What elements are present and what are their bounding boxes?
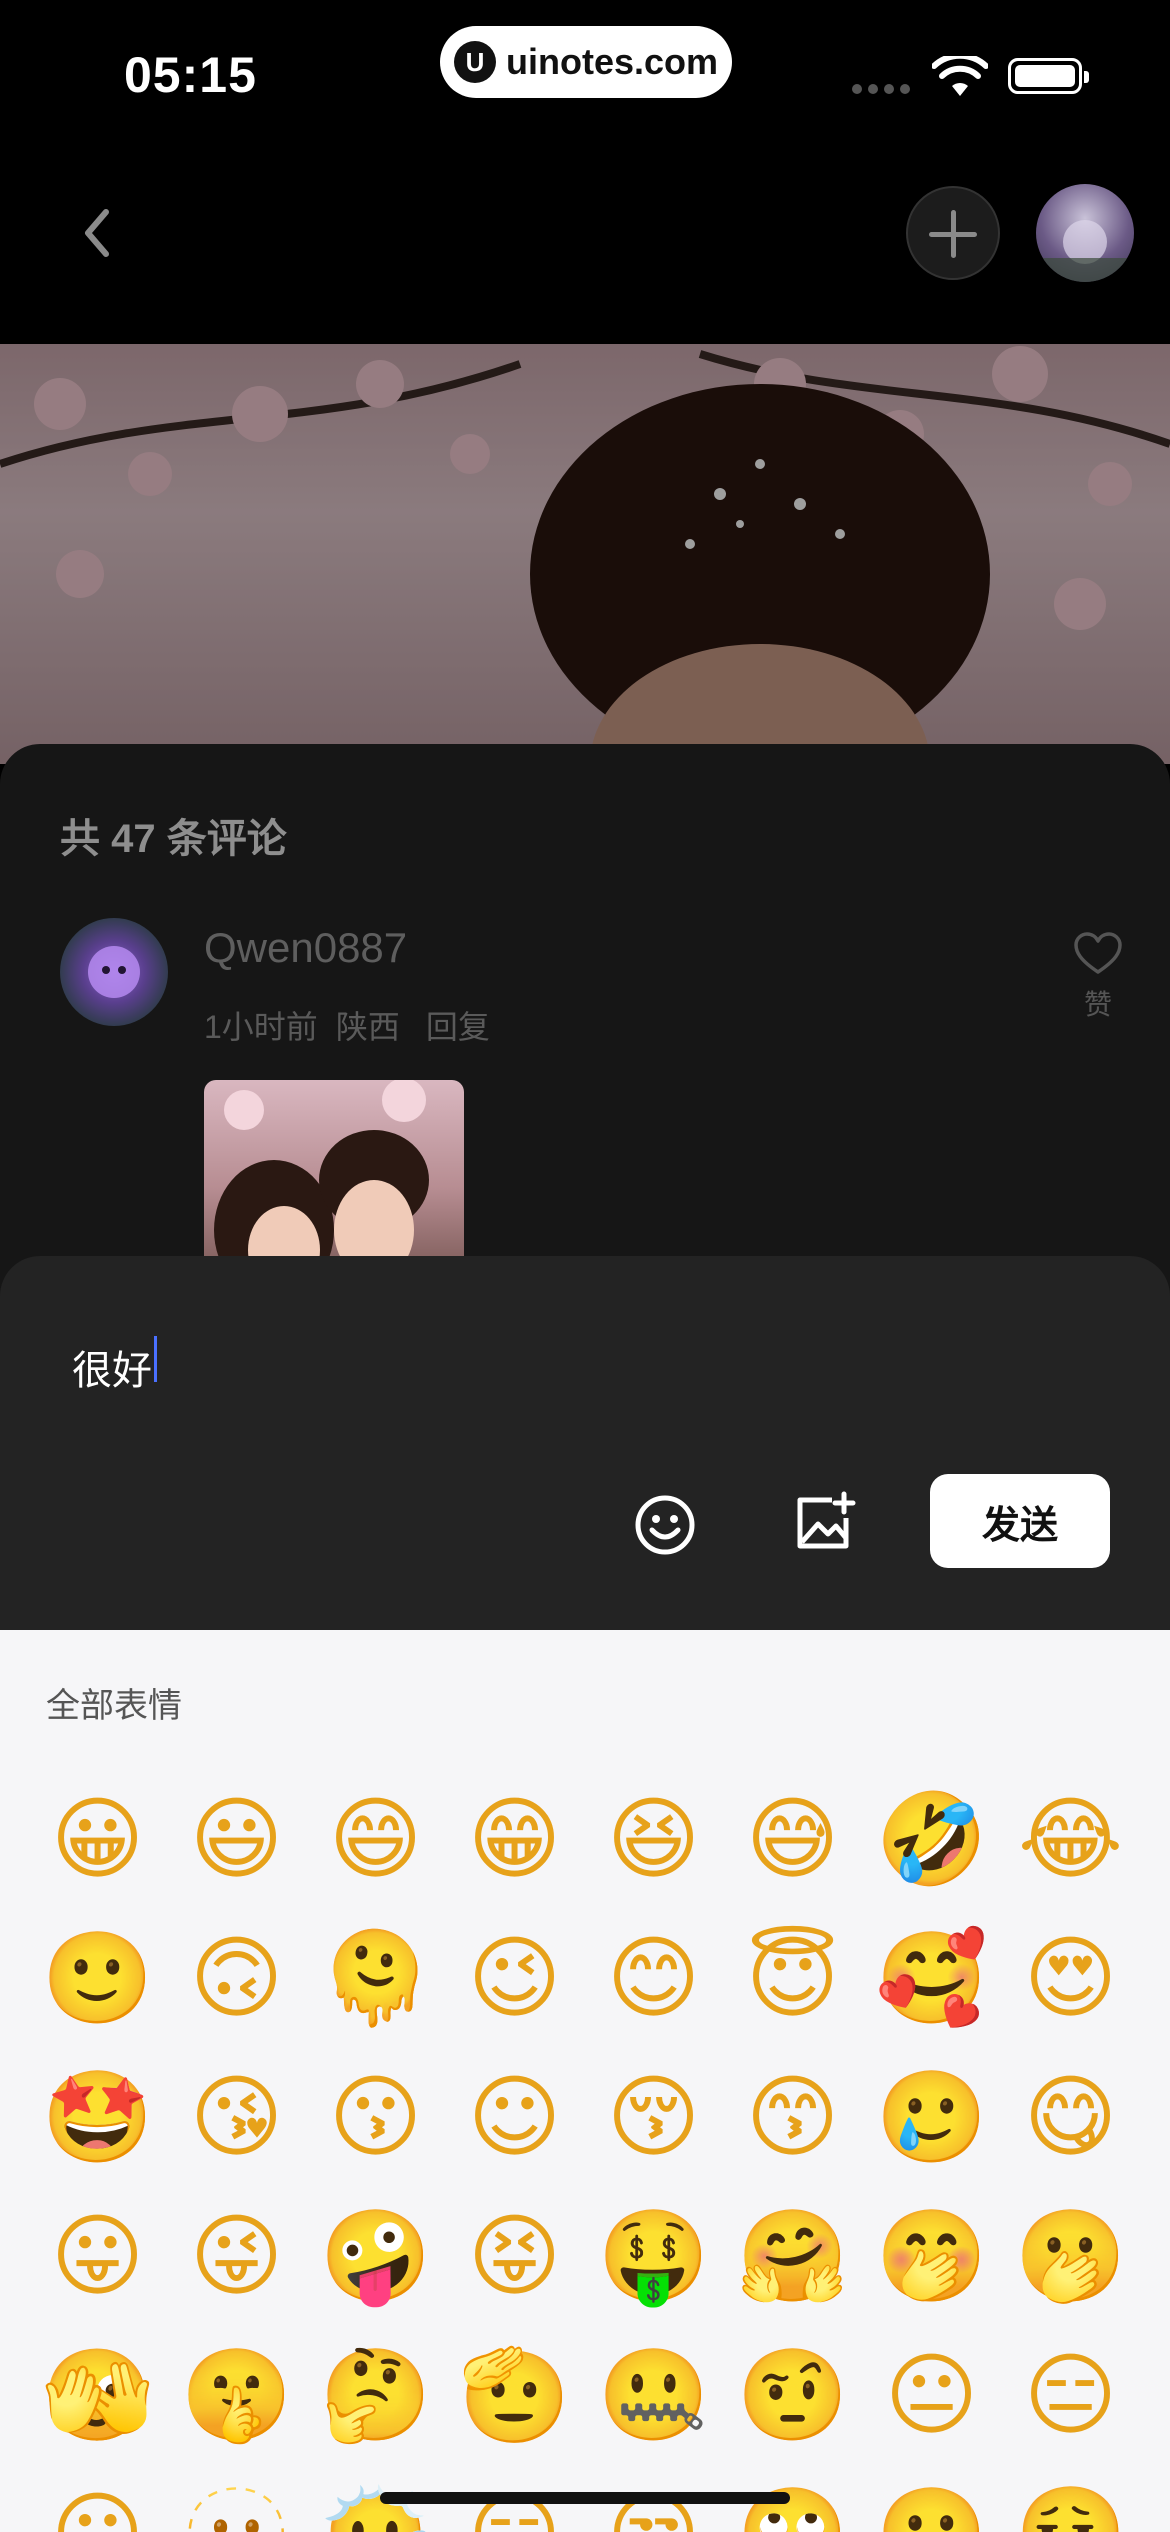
emoji-key[interactable]: 🙂 [28, 1909, 167, 2048]
commenter-avatar[interactable] [60, 918, 168, 1026]
emoji-key[interactable]: 🫣 [28, 2326, 167, 2465]
emoji-key[interactable]: 🫡 [445, 2326, 584, 2465]
emoji-key[interactable]: 😆 [584, 1770, 723, 1909]
emoji-key[interactable]: 🙃 [167, 1909, 306, 2048]
heart-icon [1074, 932, 1122, 974]
comment-input[interactable]: 很好 [72, 1338, 152, 1396]
emoji-key[interactable]: 😉 [445, 1909, 584, 2048]
emoji-key[interactable]: ☺ [445, 2048, 584, 2187]
emoji-key[interactable]: 🤭 [862, 2187, 1001, 2326]
emoji-key[interactable]: 😅 [723, 1770, 862, 1909]
comment-meta: 1小时前 陕西 回复 [204, 1002, 508, 1048]
reply-link[interactable]: 回复 [426, 1009, 490, 1045]
commenter-username[interactable]: Qwen0887 [204, 924, 407, 972]
emoji-key[interactable]: 🫢 [1001, 2187, 1140, 2326]
emoji-key[interactable]: 😘 [167, 2048, 306, 2187]
emoji-key[interactable]: 😀 [28, 1770, 167, 1909]
emoji-key[interactable]: 😙 [723, 2048, 862, 2187]
site-watermark-pill: U uinotes.com [440, 26, 732, 98]
add-image-icon[interactable] [792, 1490, 856, 1554]
emoji-key[interactable]: 🤨 [723, 2326, 862, 2465]
emoji-grid: 😀 😃 😄 😁 😆 😅 🤣 😂 🙂 🙃 🫠 😉 😊 😇 🥰 😍 🤩 😘 😗 ☺ 😚 😙 🥲 😋 😛 😜 🤪 😝 🤑 🤗 🤭 🫢 🫣 🤫 🤔 🫡 🤐 🤨 😐 😑… [28, 1770, 1144, 2532]
emoji-key[interactable]: 😊 [584, 1909, 723, 2048]
text-caret [154, 1336, 157, 1382]
author-avatar[interactable] [1036, 184, 1134, 282]
post-photo [0, 344, 1170, 764]
emoji-key[interactable]: 🤐 [584, 2326, 723, 2465]
emoji-key[interactable]: 🫥 [167, 2465, 306, 2532]
emoji-key[interactable]: 😐 [862, 2326, 1001, 2465]
comment-time: 1小时前 [204, 1009, 318, 1045]
back-chevron-icon[interactable] [72, 200, 122, 266]
emoji-key[interactable]: 🤑 [584, 2187, 723, 2326]
emoji-key[interactable]: 🤪 [306, 2187, 445, 2326]
emoji-category-heading: 全部表情 [46, 1687, 182, 1725]
cellular-signal-icon [852, 84, 910, 94]
battery-icon [1008, 58, 1089, 94]
emoji-key[interactable]: 😶 [28, 2465, 167, 2532]
emoji-key[interactable]: 😁 [445, 1770, 584, 1909]
site-logo-icon: U [453, 41, 496, 83]
emoji-key[interactable]: 😬 [862, 2465, 1001, 2532]
emoji-key[interactable]: 😃 [167, 1770, 306, 1909]
wifi-icon [932, 56, 988, 96]
add-button[interactable] [906, 186, 1000, 280]
emoji-key[interactable]: 😍 [1001, 1909, 1140, 2048]
site-name: uinotes.com [505, 41, 719, 82]
emoji-key[interactable]: 😗 [306, 2048, 445, 2187]
commenter-avatar-art [88, 946, 140, 998]
emoji-key[interactable]: 😑 [1001, 2326, 1140, 2465]
send-button[interactable]: 发送 [930, 1474, 1110, 1568]
comment-count: 共 47 条评论 [60, 817, 287, 861]
emoji-key[interactable]: 🥲 [862, 2048, 1001, 2187]
emoji-key[interactable]: 🤣 [862, 1770, 1001, 1909]
emoji-key[interactable]: 😜 [167, 2187, 306, 2326]
screen: 05:15 U uinotes.com 共 47 条评论 Qwen0887 1小… [0, 0, 1170, 2532]
emoji-key[interactable]: 😄 [306, 1770, 445, 1909]
emoji-key[interactable]: 🫠 [306, 1909, 445, 2048]
comments-panel: 共 47 条评论 Qwen0887 1小时前 陕西 回复 赞 [0, 744, 1170, 1344]
home-indicator [380, 2492, 790, 2504]
emoji-icon[interactable] [634, 1494, 696, 1556]
emoji-panel: 全部表情 😀 😃 😄 😁 😆 😅 🤣 😂 🙂 🙃 🫠 😉 😊 😇 🥰 😍 🤩 😘 😗 ☺ 😚 😙 🥲 😋 😛 😜 🤪 😝 🤑 🤗 🤭 🫢 🫣 🤫 🤔… [0, 1630, 1170, 2532]
emoji-key[interactable]: 😝 [445, 2187, 584, 2326]
emoji-key[interactable]: 🤔 [306, 2326, 445, 2465]
like-label: 赞 [1083, 989, 1112, 1020]
emoji-key[interactable]: 😂 [1001, 1770, 1140, 1909]
comment-composer: 很好 发送 [0, 1256, 1170, 1636]
like-button[interactable]: 赞 [1068, 932, 1128, 1023]
emoji-key[interactable]: 🤗 [723, 2187, 862, 2326]
comment-location: 陕西 [335, 1009, 400, 1045]
status-bar: 05:15 U uinotes.com [0, 0, 1170, 140]
emoji-key[interactable]: 🤫 [167, 2326, 306, 2465]
status-time: 05:15 [124, 47, 257, 103]
emoji-key[interactable]: 🥰 [862, 1909, 1001, 2048]
emoji-key[interactable]: 😋 [1001, 2048, 1140, 2187]
emoji-key[interactable]: 😮‍💨 [1001, 2465, 1140, 2532]
avatar-artwork [1036, 220, 1134, 282]
emoji-key[interactable]: 🤩 [28, 2048, 167, 2187]
emoji-key[interactable]: 😚 [584, 2048, 723, 2187]
emoji-key[interactable]: 😇 [723, 1909, 862, 2048]
emoji-key[interactable]: 😛 [28, 2187, 167, 2326]
